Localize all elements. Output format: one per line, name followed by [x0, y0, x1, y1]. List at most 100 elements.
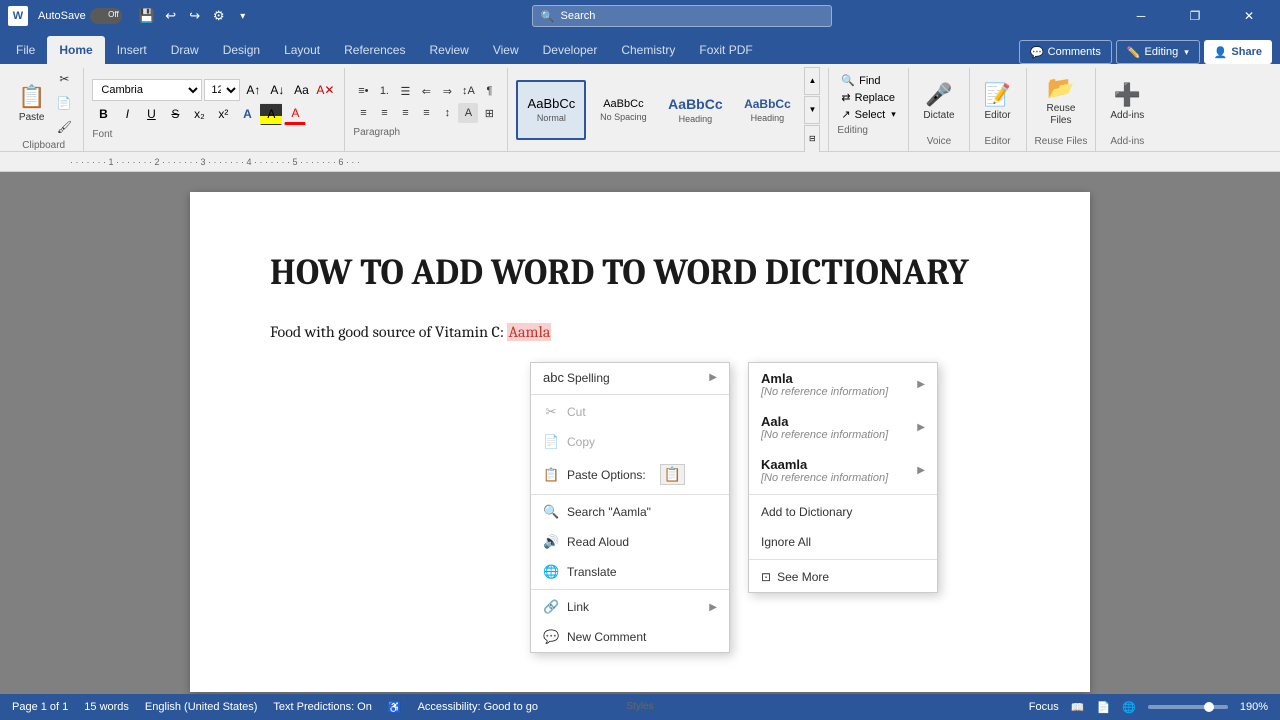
highlight-button[interactable]: A	[260, 103, 282, 125]
bullets-button[interactable]: ≡•	[353, 81, 373, 101]
zoom-slider[interactable]	[1148, 705, 1228, 709]
reuse-files-button[interactable]: 📂 ReuseFiles	[1040, 73, 1081, 129]
spell-see-more[interactable]: ⊡ See More	[749, 562, 937, 592]
shading-button[interactable]: A	[458, 103, 478, 123]
restore-button[interactable]: ❐	[1172, 0, 1218, 32]
more-button[interactable]: ▾	[232, 5, 254, 27]
underline-button[interactable]: U	[140, 103, 162, 125]
share-button[interactable]: 👤 Share	[1204, 40, 1272, 64]
align-right-button[interactable]: ≡	[395, 103, 415, 123]
justify-button[interactable]: ≡	[416, 103, 436, 123]
tab-review[interactable]: Review	[417, 36, 480, 64]
tab-layout[interactable]: Layout	[272, 36, 332, 64]
tab-file[interactable]: File	[4, 36, 47, 64]
clear-formatting-button[interactable]: A✕	[314, 79, 336, 101]
borders-button[interactable]: ⊞	[479, 103, 499, 123]
close-button[interactable]: ✕	[1226, 0, 1272, 32]
tab-home[interactable]: Home	[47, 36, 104, 64]
style-normal[interactable]: AaBbCc Normal	[516, 80, 586, 140]
ctx-translate-label: Translate	[567, 565, 617, 579]
addins-label: Add-ins	[1110, 110, 1144, 121]
ctx-spelling[interactable]: abc Spelling ▶	[531, 363, 729, 392]
tab-insert[interactable]: Insert	[105, 36, 159, 64]
ctx-paste-options[interactable]: 📋 Paste Options: 📋	[531, 457, 729, 492]
replace-button[interactable]: ⇄ Replace	[837, 89, 900, 106]
increase-indent-button[interactable]: ⇒	[437, 81, 457, 101]
italic-button[interactable]: I	[116, 103, 138, 125]
styles-scroll-down[interactable]: ▼	[804, 96, 820, 124]
font-face-select[interactable]: Cambria	[92, 79, 202, 101]
minimize-button[interactable]: ─	[1118, 0, 1164, 32]
select-icon: ↗	[841, 108, 850, 121]
spell-add-to-dict[interactable]: Add to Dictionary	[749, 497, 937, 527]
ctx-link-label: Link	[567, 600, 589, 614]
cut-button[interactable]: ✂	[53, 68, 75, 90]
body-text-prefix: Food with good source of Vitamin C:	[270, 323, 507, 341]
ctx-read-aloud[interactable]: 🔊 Read Aloud	[531, 527, 729, 557]
find-button[interactable]: 🔍 Find	[837, 72, 900, 89]
paste-button[interactable]: 📋 Paste	[12, 75, 51, 131]
select-button[interactable]: ↗ Select ▾	[837, 106, 900, 123]
tab-draw[interactable]: Draw	[159, 36, 211, 64]
track-changes-button[interactable]: ⚙	[208, 5, 230, 27]
ctx-link[interactable]: 🔗 Link ▶	[531, 592, 729, 622]
comments-button[interactable]: 💬 Comments	[1019, 40, 1112, 64]
multilevel-button[interactable]: ☰	[395, 81, 415, 101]
spell-item-kaamla[interactable]: Kaamla [No reference information] ▶	[749, 449, 937, 492]
paste-icon-btn[interactable]: 📋	[660, 464, 685, 485]
superscript-button[interactable]: x²	[212, 103, 234, 125]
editor-button[interactable]: 📝 Editor	[978, 73, 1018, 129]
line-spacing-button[interactable]: ↕	[437, 103, 457, 123]
style-heading1[interactable]: AaBbCc Heading	[660, 80, 730, 140]
show-hide-button[interactable]: ¶	[479, 81, 499, 101]
view-web-icon[interactable]: 🌐	[1122, 701, 1136, 714]
save-button[interactable]: 💾	[136, 5, 158, 27]
undo-button[interactable]: ↩	[160, 5, 182, 27]
dictate-button[interactable]: 🎤 Dictate	[917, 73, 960, 129]
zoom-level[interactable]: 190%	[1240, 701, 1268, 713]
spell-ignore-all[interactable]: Ignore All	[749, 527, 937, 557]
add-ins-button[interactable]: ➕ Add-ins	[1104, 73, 1150, 129]
change-case-button[interactable]: Aa	[290, 79, 312, 101]
tab-references[interactable]: References	[332, 36, 417, 64]
styles-expand[interactable]: ⊟	[804, 125, 820, 153]
view-print-icon[interactable]: 📄	[1096, 701, 1110, 714]
decrease-indent-button[interactable]: ⇐	[416, 81, 436, 101]
tab-view[interactable]: View	[481, 36, 531, 64]
spell-item-aala[interactable]: Aala [No reference information] ▶	[749, 406, 937, 449]
format-painter-button[interactable]: 🖌	[53, 116, 75, 138]
view-read-icon[interactable]: 📖	[1071, 701, 1085, 714]
tab-developer[interactable]: Developer	[531, 36, 610, 64]
align-left-button[interactable]: ≡	[353, 103, 373, 123]
ctx-new-comment[interactable]: 💬 New Comment	[531, 622, 729, 652]
document-page[interactable]: HOW TO ADD WORD TO WORD DICTIONARY Food …	[190, 192, 1090, 692]
increase-font-button[interactable]: A↑	[242, 79, 264, 101]
bold-button[interactable]: B	[92, 103, 114, 125]
redo-button[interactable]: ↪	[184, 5, 206, 27]
font-size-select[interactable]: 12	[204, 79, 240, 101]
style-heading2[interactable]: AaBbCc Heading	[732, 80, 802, 140]
search-box[interactable]: 🔍 Search	[532, 5, 832, 27]
text-predictions-label: Text Predictions: On	[273, 701, 371, 713]
style-nospace[interactable]: AaBbCc No Spacing	[588, 80, 658, 140]
decrease-font-button[interactable]: A↓	[266, 79, 288, 101]
ctx-search[interactable]: 🔍 Search "Aamla"	[531, 497, 729, 527]
tab-design[interactable]: Design	[211, 36, 272, 64]
subscript-button[interactable]: x₂	[188, 103, 210, 125]
styles-scroll-up[interactable]: ▲	[804, 67, 820, 95]
tab-foxit[interactable]: Foxit PDF	[687, 36, 764, 64]
align-center-button[interactable]: ≡	[374, 103, 394, 123]
numbering-button[interactable]: 1.	[374, 81, 394, 101]
autosave-toggle[interactable]	[90, 8, 122, 24]
sort-button[interactable]: ↕A	[458, 81, 478, 101]
editing-button[interactable]: ✏️ Editing ▾	[1116, 40, 1200, 64]
strikethrough-button[interactable]: S	[164, 103, 186, 125]
focus-label[interactable]: Focus	[1029, 701, 1059, 713]
spell-item-amla[interactable]: Amla [No reference information] ▶	[749, 363, 937, 406]
ctx-translate[interactable]: 🌐 Translate	[531, 557, 729, 587]
font-color-button[interactable]: A	[284, 103, 306, 125]
text-effects-button[interactable]: A	[236, 103, 258, 125]
ribbon-tabs: File Home Insert Draw Design Layout Refe…	[0, 32, 1280, 64]
copy-button[interactable]: 📄	[53, 92, 75, 114]
tab-chemistry[interactable]: Chemistry	[609, 36, 687, 64]
